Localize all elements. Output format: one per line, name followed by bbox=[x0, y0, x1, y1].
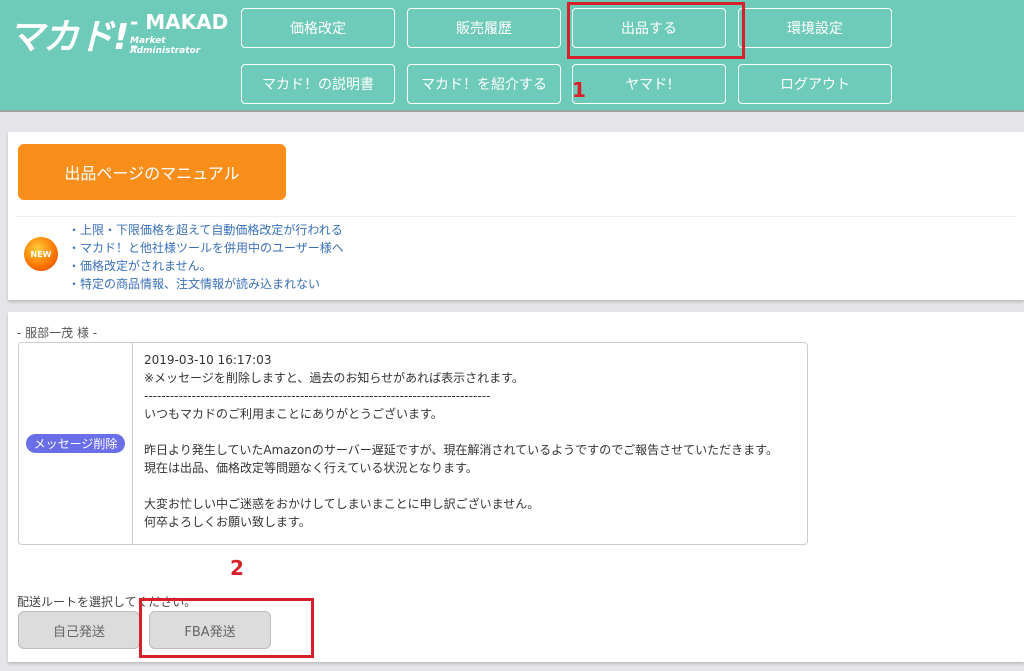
makad-logo[interactable]: マカド! - MAKAD - Market Administrator bbox=[6, 4, 238, 58]
nav-price-revision-button[interactable]: 価格改定 bbox=[241, 8, 395, 48]
nav-manual-button[interactable]: マカド！の説明書 bbox=[241, 64, 395, 104]
delete-message-button[interactable]: メッセージ削除 bbox=[25, 434, 126, 453]
message-box: メッセージ削除 2019-03-10 16:17:03 ※メッセージを削除します… bbox=[18, 342, 808, 545]
message-line: ※メッセージを削除しますと、過去のお知らせがあれば表示されます。 bbox=[144, 371, 524, 385]
message-actions: メッセージ削除 bbox=[19, 343, 133, 544]
nav-logout-button[interactable]: ログアウト bbox=[738, 64, 892, 104]
new-badge-icon: NEW bbox=[24, 237, 58, 271]
news-link-2[interactable]: ・マカド！と他社様ツールを併用中のユーザー様へ bbox=[68, 239, 344, 257]
nav-settings-button[interactable]: 環境設定 bbox=[738, 8, 892, 48]
notice-panel: 出品ページのマニュアル NEW ・上限・下限価格を超えて自動価格改定が行われる … bbox=[8, 132, 1024, 300]
highlight-box-step2 bbox=[139, 598, 314, 658]
highlight-box-step1 bbox=[567, 2, 745, 59]
message-line: いつもマカドのご利用まことにありがとうございます。 bbox=[144, 407, 443, 421]
message-timestamp: 2019-03-10 16:17:03 bbox=[144, 353, 272, 367]
message-line: 現在は出品、価格改定等問題なく行えている状況となります。 bbox=[144, 461, 478, 475]
message-line: 何卒よろしくお願い致します。 bbox=[144, 515, 311, 529]
self-ship-button[interactable]: 自己発送 bbox=[18, 611, 140, 649]
news-box: NEW ・上限・下限価格を超えて自動価格改定が行われる ・マカド！と他社様ツール… bbox=[16, 216, 1016, 292]
news-link-4[interactable]: ・特定の商品情報、注文情報が読み込まれない bbox=[68, 275, 344, 293]
step-2-marker: 2 bbox=[230, 556, 244, 580]
message-divider: ----------------------------------------… bbox=[144, 389, 491, 403]
news-link-1[interactable]: ・上限・下限価格を超えて自動価格改定が行われる bbox=[68, 221, 344, 239]
nav-yamado-button[interactable]: ヤマド! bbox=[572, 64, 726, 104]
news-list: ・上限・下限価格を超えて自動価格改定が行われる ・マカド！と他社様ツールを併用中… bbox=[68, 221, 344, 293]
message-line: 大変お忙しい中ご迷惑をおかけしてしまいまことに申し訳ございません。 bbox=[144, 497, 540, 511]
app-header: マカド! - MAKAD - Market Administrator 価格改定… bbox=[0, 0, 1024, 112]
nav-introduce-button[interactable]: マカド！を紹介する bbox=[407, 64, 561, 104]
logo-tagline: Market Administrator bbox=[130, 36, 201, 56]
message-body: 2019-03-10 16:17:03 ※メッセージを削除しますと、過去のお知ら… bbox=[144, 351, 804, 531]
message-line: 昨日より発生していたAmazonのサーバー遅延ですが、現在解消されているようです… bbox=[144, 443, 778, 457]
nav-sales-history-button[interactable]: 販売履歴 bbox=[407, 8, 561, 48]
step-1-marker: 1 bbox=[572, 78, 586, 102]
message-line bbox=[144, 423, 804, 441]
message-line bbox=[144, 477, 804, 495]
listing-manual-button[interactable]: 出品ページのマニュアル bbox=[18, 144, 286, 200]
logo-main-text: マカド! bbox=[8, 17, 129, 58]
news-link-3[interactable]: ・価格改定がされません。 bbox=[68, 257, 344, 275]
user-name: - 服部一茂 様 - bbox=[17, 326, 98, 340]
